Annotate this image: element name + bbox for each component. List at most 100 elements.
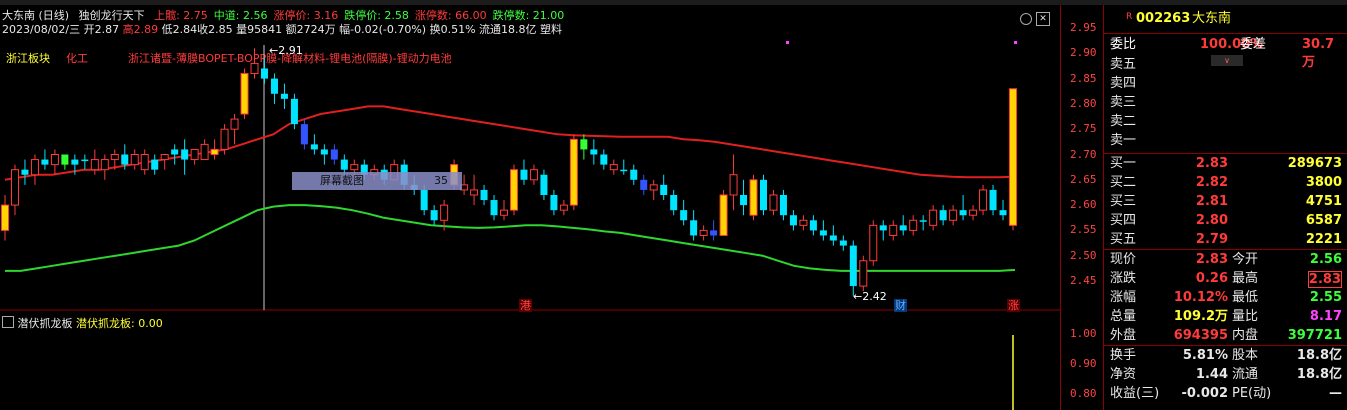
candle-body (779, 194, 787, 216)
price-tick: 2.75 (1070, 122, 1097, 136)
bid-row[interactable]: 买四 2.80 6587 (1108, 212, 1344, 230)
candle-body (160, 154, 169, 161)
bid-label: 买四 (1110, 213, 1137, 228)
candle-body (310, 144, 318, 150)
mark-cai[interactable]: 财 (894, 299, 907, 312)
ask-row[interactable]: 卖三 (1108, 94, 1344, 112)
stat-row[interactable]: 换手 5.81% 股本 18.8亿 (1108, 347, 1344, 365)
stat-value: 5.81% (1182, 348, 1228, 363)
ask-label: 卖二 (1110, 114, 1137, 129)
stat-row[interactable]: 净资 1.44 流通 18.8亿 (1108, 366, 1344, 384)
candle-body (809, 220, 817, 231)
candle-body (81, 159, 89, 162)
bid-label: 买二 (1110, 175, 1137, 190)
stat-label: 最低 (1232, 290, 1259, 305)
candle-body (969, 209, 978, 216)
stat-row[interactable]: 涨幅 10.12% 最低 2.55 (1108, 289, 1344, 307)
circle-icon[interactable] (1020, 13, 1032, 25)
ask-row[interactable]: 卖五 (1108, 56, 1344, 74)
candle-body (859, 260, 868, 287)
stat-label: 股本 (1232, 348, 1259, 363)
sub-indicator-toggle-icon[interactable] (2, 316, 14, 328)
ask-row[interactable]: 卖一 (1108, 132, 1344, 150)
sub-tick: 0.90 (1070, 357, 1097, 370)
price-tick: 2.65 (1070, 172, 1097, 186)
sub-indicator-value: 潜伏抓龙板: 0.00 (76, 317, 163, 330)
ask-row[interactable]: 卖四 (1108, 75, 1344, 93)
candle-body (130, 154, 139, 166)
candle-body (50, 154, 59, 166)
candle-body (630, 169, 638, 180)
high-label: 2.91 (278, 44, 303, 57)
bid-volume: 2221 (1305, 232, 1342, 247)
screenshot-tooltip-count: 35 (434, 174, 448, 187)
bid-volume: 4751 (1305, 194, 1342, 209)
stat-label: 涨幅 (1110, 290, 1137, 305)
sub-tick: 0.80 (1070, 387, 1097, 400)
bid-price: 2.81 (1195, 194, 1228, 209)
low-label: 2.42 (862, 290, 887, 303)
candle-body (680, 210, 688, 221)
bid-price: 2.82 (1195, 175, 1228, 190)
candle-body (769, 194, 778, 211)
signal-dot (786, 41, 789, 44)
stat-row[interactable]: 收益(三) -0.002 PE(动) — (1108, 385, 1344, 403)
low-marker: ←2.42 (853, 290, 887, 303)
candle-body (670, 194, 678, 211)
mark-zhang[interactable]: 涨 (1007, 299, 1020, 312)
candle-body (21, 169, 29, 175)
kline-chart-area[interactable]: 大东南 (日线) 独创龙行天下 上髋: 2.75 中道: 2.56 涨停价: 3.1… (0, 5, 1060, 410)
bid-row[interactable]: 买一 2.83 289673 (1108, 155, 1344, 173)
stat-value: 10.12% (1173, 290, 1228, 305)
bid-row[interactable]: 买三 2.81 4751 (1108, 193, 1344, 211)
high-marker: ←2.91 (269, 44, 303, 57)
candle-body (121, 154, 129, 165)
candle-body (430, 210, 438, 221)
close-icon[interactable]: ✕ (1036, 12, 1050, 26)
candle-body (520, 169, 528, 180)
bid-row[interactable]: 买五 2.79 2221 (1108, 231, 1344, 249)
stat-row[interactable]: 涨跌 0.26 最高 2.83 (1108, 270, 1344, 288)
ask-row[interactable]: 卖二 (1108, 113, 1344, 131)
mark-gang[interactable]: 港 (519, 299, 532, 312)
candle-body (959, 210, 967, 216)
stat-row[interactable]: 现价 2.83 今开 2.56 (1108, 251, 1344, 269)
price-tick: 2.60 (1070, 198, 1097, 212)
screenshot-tooltip[interactable]: 屏幕截图 35 (292, 172, 462, 190)
candle-body (41, 159, 49, 165)
stat-row[interactable]: 总量 109.2万 量比 8.17 (1108, 308, 1344, 326)
candle-body (620, 169, 628, 172)
stat-label: 今开 (1232, 252, 1259, 267)
sub-tick: 1.00 (1070, 327, 1097, 340)
stat-value: 18.8亿 (1296, 348, 1342, 363)
price-tick: 2.50 (1070, 248, 1097, 262)
candle-body (1009, 88, 1017, 226)
candle-body (939, 210, 947, 221)
candle-body (799, 219, 808, 226)
price-tick: 2.45 (1070, 274, 1097, 287)
candle-body (749, 179, 758, 216)
kline-svg[interactable] (0, 5, 1060, 410)
candle-body (759, 179, 767, 211)
candle-body (260, 68, 268, 79)
candle-body (529, 169, 538, 181)
candle-body (979, 189, 988, 211)
candle-body (540, 174, 548, 195)
stat-label: 最高 (1232, 271, 1259, 286)
candle-body (819, 230, 827, 236)
candle-body (440, 204, 449, 221)
stat-row[interactable]: 外盘 694395 内盘 397721 (1108, 327, 1344, 345)
stat-value: 2.56 (1309, 252, 1342, 267)
bid-row[interactable]: 买二 2.82 3800 (1108, 174, 1344, 192)
candle-body (879, 225, 887, 231)
candle-body (569, 138, 578, 206)
candle-body (230, 118, 239, 130)
window-controls: ✕ (1018, 11, 1050, 29)
stat-value: 2.83 (1195, 252, 1228, 267)
candle-body (280, 93, 288, 99)
candle-body (710, 230, 718, 236)
stat-label: PE(动) (1232, 386, 1272, 401)
candle-body (61, 154, 69, 165)
candle-body (719, 194, 728, 236)
candle-body (690, 220, 698, 236)
